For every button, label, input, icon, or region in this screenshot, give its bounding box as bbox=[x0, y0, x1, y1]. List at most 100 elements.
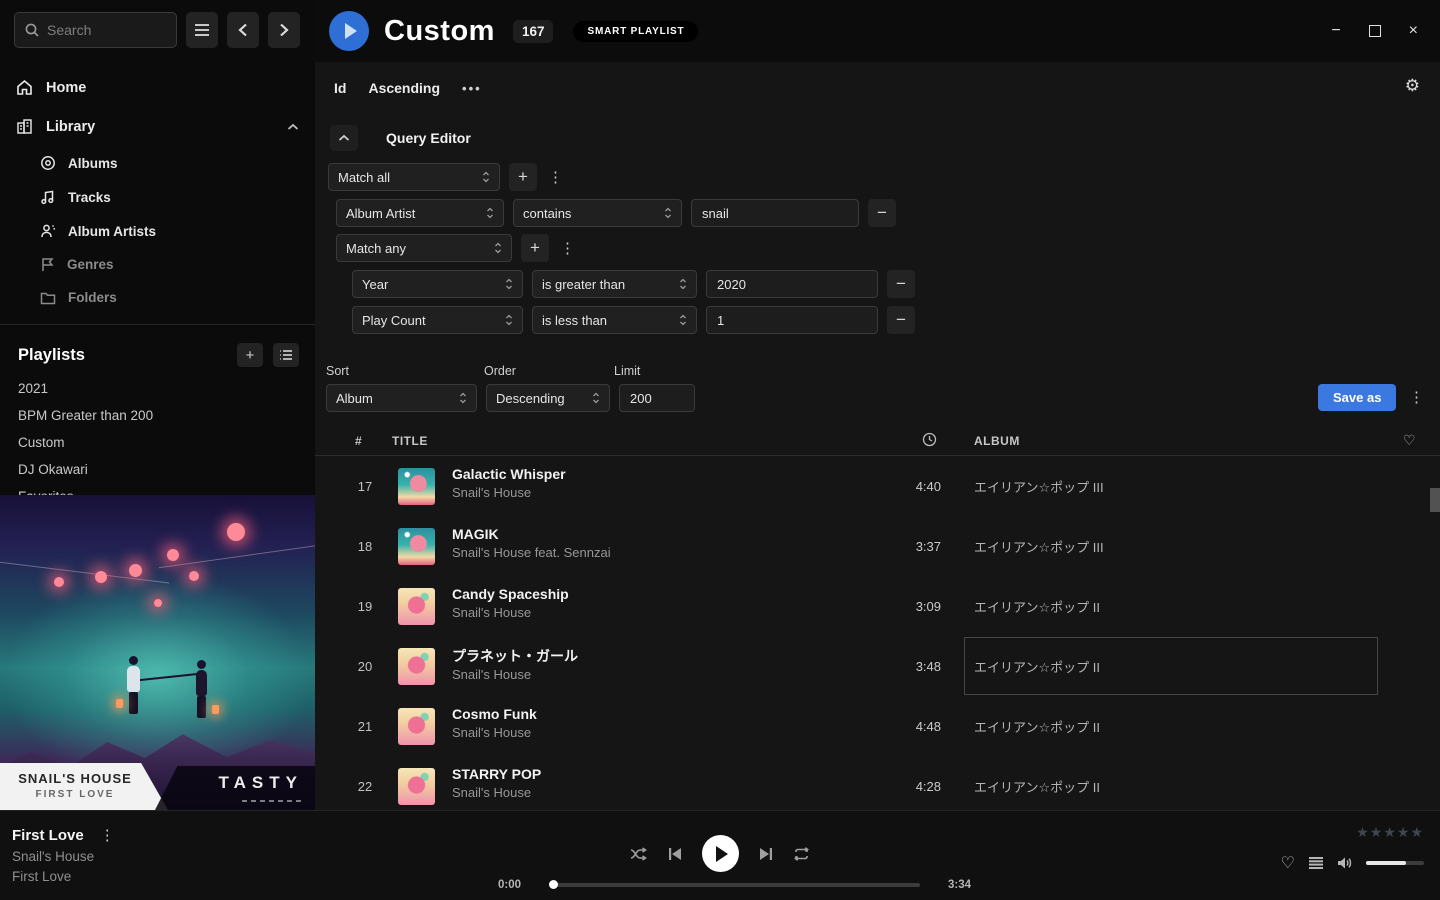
album-art-thumbnail[interactable] bbox=[398, 528, 435, 565]
limit-input[interactable] bbox=[619, 384, 695, 412]
track-artist[interactable]: Snail's House bbox=[452, 667, 531, 682]
track-title[interactable]: プラネット・ガール bbox=[452, 648, 578, 664]
match-type-select[interactable]: Match all bbox=[328, 163, 500, 191]
favorite-button[interactable]: ♡ bbox=[1281, 853, 1295, 873]
window-minimize-button[interactable]: − bbox=[1331, 23, 1340, 39]
rating-stars[interactable]: ★★★★★ bbox=[1281, 824, 1424, 841]
sort-direction-button[interactable]: Ascending bbox=[368, 80, 440, 96]
next-button[interactable] bbox=[759, 847, 773, 861]
playlist-list-button[interactable] bbox=[273, 343, 299, 367]
window-maximize-button[interactable] bbox=[1369, 25, 1381, 37]
progress-bar[interactable] bbox=[549, 883, 920, 887]
album-art-thumbnail[interactable] bbox=[398, 588, 435, 625]
track-title[interactable]: Cosmo Funk bbox=[452, 706, 537, 722]
volume-slider[interactable] bbox=[1366, 861, 1424, 865]
scrollbar-thumb[interactable] bbox=[1430, 488, 1440, 512]
column-header-title[interactable]: TITLE bbox=[392, 434, 428, 448]
chevron-up-icon[interactable] bbox=[287, 123, 299, 131]
remove-rule-button[interactable]: − bbox=[887, 306, 915, 334]
add-rule-button[interactable]: + bbox=[509, 163, 537, 191]
playlist-item[interactable]: BPM Greater than 200 bbox=[0, 402, 315, 429]
track-album[interactable]: エイリアン☆ポップ II bbox=[974, 777, 1100, 796]
now-playing-title[interactable]: First Love bbox=[12, 827, 84, 844]
query-editor-collapse-button[interactable] bbox=[330, 125, 358, 151]
window-close-button[interactable]: × bbox=[1409, 23, 1418, 39]
playlist-item[interactable]: Custom bbox=[0, 429, 315, 456]
track-album[interactable]: エイリアン☆ポップ II bbox=[974, 717, 1100, 736]
nav-back-button[interactable] bbox=[227, 12, 259, 48]
sidebar-item-home[interactable]: Home bbox=[0, 68, 315, 107]
track-title[interactable]: Galactic Whisper bbox=[452, 466, 566, 482]
volume-button[interactable] bbox=[1337, 856, 1353, 870]
track-artist[interactable]: Snail's House feat. Sennzai bbox=[452, 545, 611, 560]
track-artist[interactable]: Snail's House bbox=[452, 725, 531, 740]
rule-operator-select[interactable]: is less than bbox=[532, 306, 697, 334]
progress-thumb[interactable] bbox=[549, 880, 558, 889]
more-options-icon[interactable]: ••• bbox=[462, 81, 482, 96]
menu-button[interactable] bbox=[186, 12, 218, 48]
create-playlist-button[interactable]: + bbox=[237, 343, 263, 367]
sidebar-item-library[interactable]: Library bbox=[0, 107, 315, 146]
table-row[interactable]: 21 Cosmo FunkSnail's House 4:48 エイリアン☆ポッ… bbox=[315, 696, 1440, 756]
sidebar-item-albums[interactable]: Albums bbox=[0, 146, 315, 180]
shuffle-button[interactable] bbox=[630, 847, 648, 861]
track-artist[interactable]: Snail's House bbox=[452, 785, 531, 800]
previous-button[interactable] bbox=[668, 847, 682, 861]
rule-field-select[interactable]: Album Artist bbox=[336, 199, 504, 227]
track-title[interactable]: STARRY POP bbox=[452, 766, 541, 782]
group-options-button[interactable]: ⋮ bbox=[558, 239, 577, 257]
track-album[interactable]: エイリアン☆ポップ III bbox=[974, 477, 1104, 496]
now-playing-album[interactable]: First Love bbox=[12, 869, 117, 884]
duration-clock-icon[interactable] bbox=[922, 432, 937, 447]
rule-value-input[interactable] bbox=[691, 199, 859, 227]
album-art-thumbnail[interactable] bbox=[398, 648, 435, 685]
rule-value-input[interactable] bbox=[706, 270, 878, 298]
settings-gear-button[interactable]: ⚙ bbox=[1405, 76, 1420, 96]
group-options-button[interactable]: ⋮ bbox=[546, 168, 565, 186]
play-playlist-button[interactable] bbox=[329, 11, 369, 51]
album-art-thumbnail[interactable] bbox=[398, 768, 435, 805]
remove-rule-button[interactable]: − bbox=[868, 199, 896, 227]
track-title[interactable]: Candy Spaceship bbox=[452, 586, 569, 602]
sidebar-item-folders[interactable]: Folders bbox=[0, 281, 315, 314]
rule-value-input[interactable] bbox=[706, 306, 878, 334]
playlist-item[interactable]: 2021 bbox=[0, 375, 315, 402]
now-playing-artist[interactable]: Snail's House bbox=[12, 849, 117, 864]
match-type-select[interactable]: Match any bbox=[336, 234, 512, 262]
sort-field-button[interactable]: Id bbox=[334, 80, 346, 96]
column-header-album[interactable]: ALBUM bbox=[974, 434, 1020, 448]
table-row[interactable]: 22 STARRY POPSnail's House 4:28 エイリアン☆ポッ… bbox=[315, 756, 1440, 810]
track-album[interactable]: エイリアン☆ポップ II bbox=[974, 657, 1100, 676]
now-playing-options-button[interactable]: ⋮ bbox=[98, 826, 117, 844]
sidebar-item-genres[interactable]: Genres bbox=[0, 248, 315, 281]
play-pause-button[interactable] bbox=[702, 835, 739, 872]
save-as-button[interactable]: Save as bbox=[1318, 384, 1396, 411]
album-art-thumbnail[interactable] bbox=[398, 708, 435, 745]
sort-select[interactable]: Album bbox=[326, 384, 477, 412]
track-album[interactable]: エイリアン☆ポップ III bbox=[974, 537, 1104, 556]
save-options-button[interactable]: ⋮ bbox=[1407, 388, 1426, 406]
column-header-index[interactable]: # bbox=[355, 434, 362, 448]
rule-operator-select[interactable]: is greater than bbox=[532, 270, 697, 298]
track-artist[interactable]: Snail's House bbox=[452, 605, 531, 620]
nav-forward-button[interactable] bbox=[268, 12, 300, 48]
rule-field-select[interactable]: Year bbox=[352, 270, 523, 298]
album-art-thumbnail[interactable] bbox=[398, 468, 435, 505]
track-artist[interactable]: Snail's House bbox=[452, 485, 531, 500]
queue-button[interactable] bbox=[1308, 856, 1324, 870]
rule-operator-select[interactable]: contains bbox=[513, 199, 682, 227]
table-row[interactable]: 20 プラネット・ガールSnail's House 3:48 エイリアン☆ポップ… bbox=[315, 636, 1440, 696]
repeat-button[interactable] bbox=[793, 847, 810, 861]
sidebar-item-tracks[interactable]: Tracks bbox=[0, 180, 315, 214]
order-select[interactable]: Descending bbox=[486, 384, 610, 412]
now-playing-cover-art[interactable]: SNAIL'S HOUSE FIRST LOVE TASTY bbox=[0, 495, 315, 810]
playlist-item[interactable]: DJ Okawari bbox=[0, 456, 315, 483]
track-album[interactable]: エイリアン☆ポップ II bbox=[974, 597, 1100, 616]
table-row[interactable]: 19 Candy SpaceshipSnail's House 3:09 エイリ… bbox=[315, 576, 1440, 636]
track-title[interactable]: MAGIK bbox=[452, 526, 499, 542]
table-row[interactable]: 18 MAGIKSnail's House feat. Sennzai 3:37… bbox=[315, 516, 1440, 576]
remove-rule-button[interactable]: − bbox=[887, 270, 915, 298]
sidebar-item-album-artists[interactable]: Album Artists bbox=[0, 214, 315, 248]
add-rule-button[interactable]: + bbox=[521, 234, 549, 262]
rule-field-select[interactable]: Play Count bbox=[352, 306, 523, 334]
